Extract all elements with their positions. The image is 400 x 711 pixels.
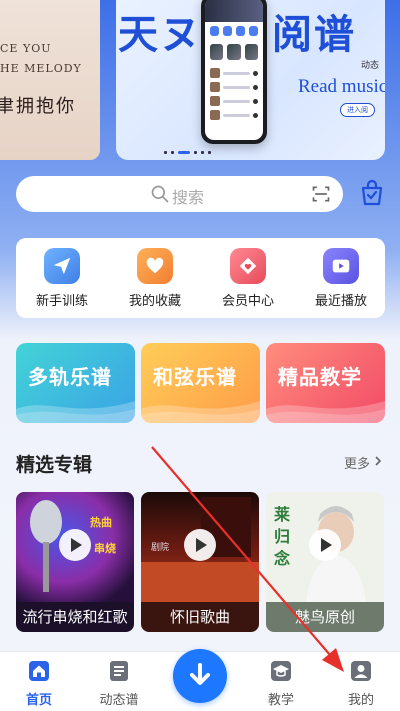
banner-enter-button[interactable]: 进入阅 [340,103,375,117]
banner-title-right: 阅谱 [272,11,356,58]
pagination-dot-active [178,151,190,154]
play-screen-icon [332,259,350,273]
tab-teaching[interactable]: 教学 [249,660,313,708]
download-arrow-icon [190,663,210,685]
banner-subtitle: Read music [298,76,385,97]
album-title: 魅鸟原创 [266,602,384,632]
banner-title-left: 天ヌ [118,11,202,58]
quick-action-recent-play[interactable]: 最近播放 [301,248,381,309]
tab-label: 首页 [25,693,52,708]
tab-label: 教学 [267,693,294,708]
score-book-icon [110,661,128,681]
quick-action-label: 新手训练 [35,294,88,309]
home-icon [29,661,49,681]
pagination-dot [194,151,197,154]
album-title: 怀旧歌曲 [141,602,259,632]
tab-mine[interactable]: 我的 [329,660,393,708]
banner-prev-text-2: HE MELODY [0,62,82,75]
quick-action-label: 最近播放 [314,294,367,309]
category-multitrack-scores[interactable]: 多轨乐谱 [16,343,135,423]
scan-icon[interactable] [311,184,331,204]
quick-action-member-center[interactable]: 会员中心 [208,248,288,309]
quick-action-my-favorites[interactable]: 我的收藏 [115,248,195,309]
diamond-heart-icon [239,257,257,275]
graduation-cap-icon [271,661,291,681]
chevron-right-icon[interactable] [373,455,383,467]
pagination-dot [171,151,174,154]
banner-carousel[interactable]: CE YOU HE MELODY 聿拥抱你 天ヌ 阅谱 动态 Read musi… [0,0,400,160]
paper-plane-icon [53,257,71,275]
pagination-dot [201,151,204,154]
phone-mockup-image [201,0,267,144]
tab-label: 动态谱 [99,693,139,708]
category-label: 多轨乐谱 [28,365,112,389]
svg-text:归: 归 [274,527,290,546]
svg-text:莱: 莱 [274,505,290,524]
heart-icon [146,257,164,274]
pagination-dot [164,151,167,154]
quick-action-beginner-training[interactable]: 新手训练 [22,248,102,309]
play-icon[interactable] [58,528,92,562]
qa-icon-box [44,248,80,284]
play-icon[interactable] [308,528,342,562]
search-bar[interactable]: 搜索 [16,176,343,212]
banner-pagination [164,151,211,154]
album-card[interactable]: 剧院 怀旧歌曲 [141,492,259,632]
shopping-bag-icon[interactable] [357,178,387,208]
user-icon [351,661,371,681]
category-premium-teaching[interactable]: 精品教学 [266,343,385,423]
svg-text:串烧: 串烧 [94,541,116,555]
play-icon[interactable] [183,528,217,562]
quick-actions-card: 新手训练 我的收藏 会员中心 最近播放 [16,238,385,318]
wave-decoration [266,401,385,423]
svg-text:剧院: 剧院 [151,541,169,553]
download-button[interactable] [173,649,227,703]
banner-tag: 动态 [360,61,379,71]
wave-decoration [141,401,260,423]
category-label: 精品教学 [278,365,362,389]
wave-decoration [16,401,135,423]
more-link[interactable]: 更多 [344,453,370,472]
category-chord-scores[interactable]: 和弦乐谱 [141,343,260,423]
quick-action-label: 我的收藏 [128,294,181,309]
album-card[interactable]: 莱 归 念 魅鸟原创 [266,492,384,632]
search-input[interactable]: 搜索 [172,184,204,208]
pagination-dot [208,151,211,154]
banner-slide-previous[interactable]: CE YOU HE MELODY 聿拥抱你 [0,0,100,160]
svg-text:念: 念 [273,549,291,568]
svg-text:热曲: 热曲 [90,515,112,529]
album-title: 流行串烧和红歌 [16,602,134,632]
tab-home[interactable]: 首页 [7,660,71,708]
tab-dynamic-scores[interactable]: 动态谱 [87,660,151,708]
search-icon [151,185,169,203]
quick-action-label: 会员中心 [221,294,274,309]
banner-prev-text-3: 聿拥抱你 [0,96,76,117]
tab-label: 我的 [347,693,374,708]
banner-slide-current[interactable]: 天ヌ 阅谱 动态 Read music 进入阅 [116,0,385,160]
featured-albums-title: 精选专辑 [16,454,93,476]
category-label: 和弦乐谱 [153,365,237,389]
banner-prev-text-1: CE YOU [0,42,52,55]
album-card[interactable]: 热曲 串烧 流行串烧和红歌 [16,492,134,632]
